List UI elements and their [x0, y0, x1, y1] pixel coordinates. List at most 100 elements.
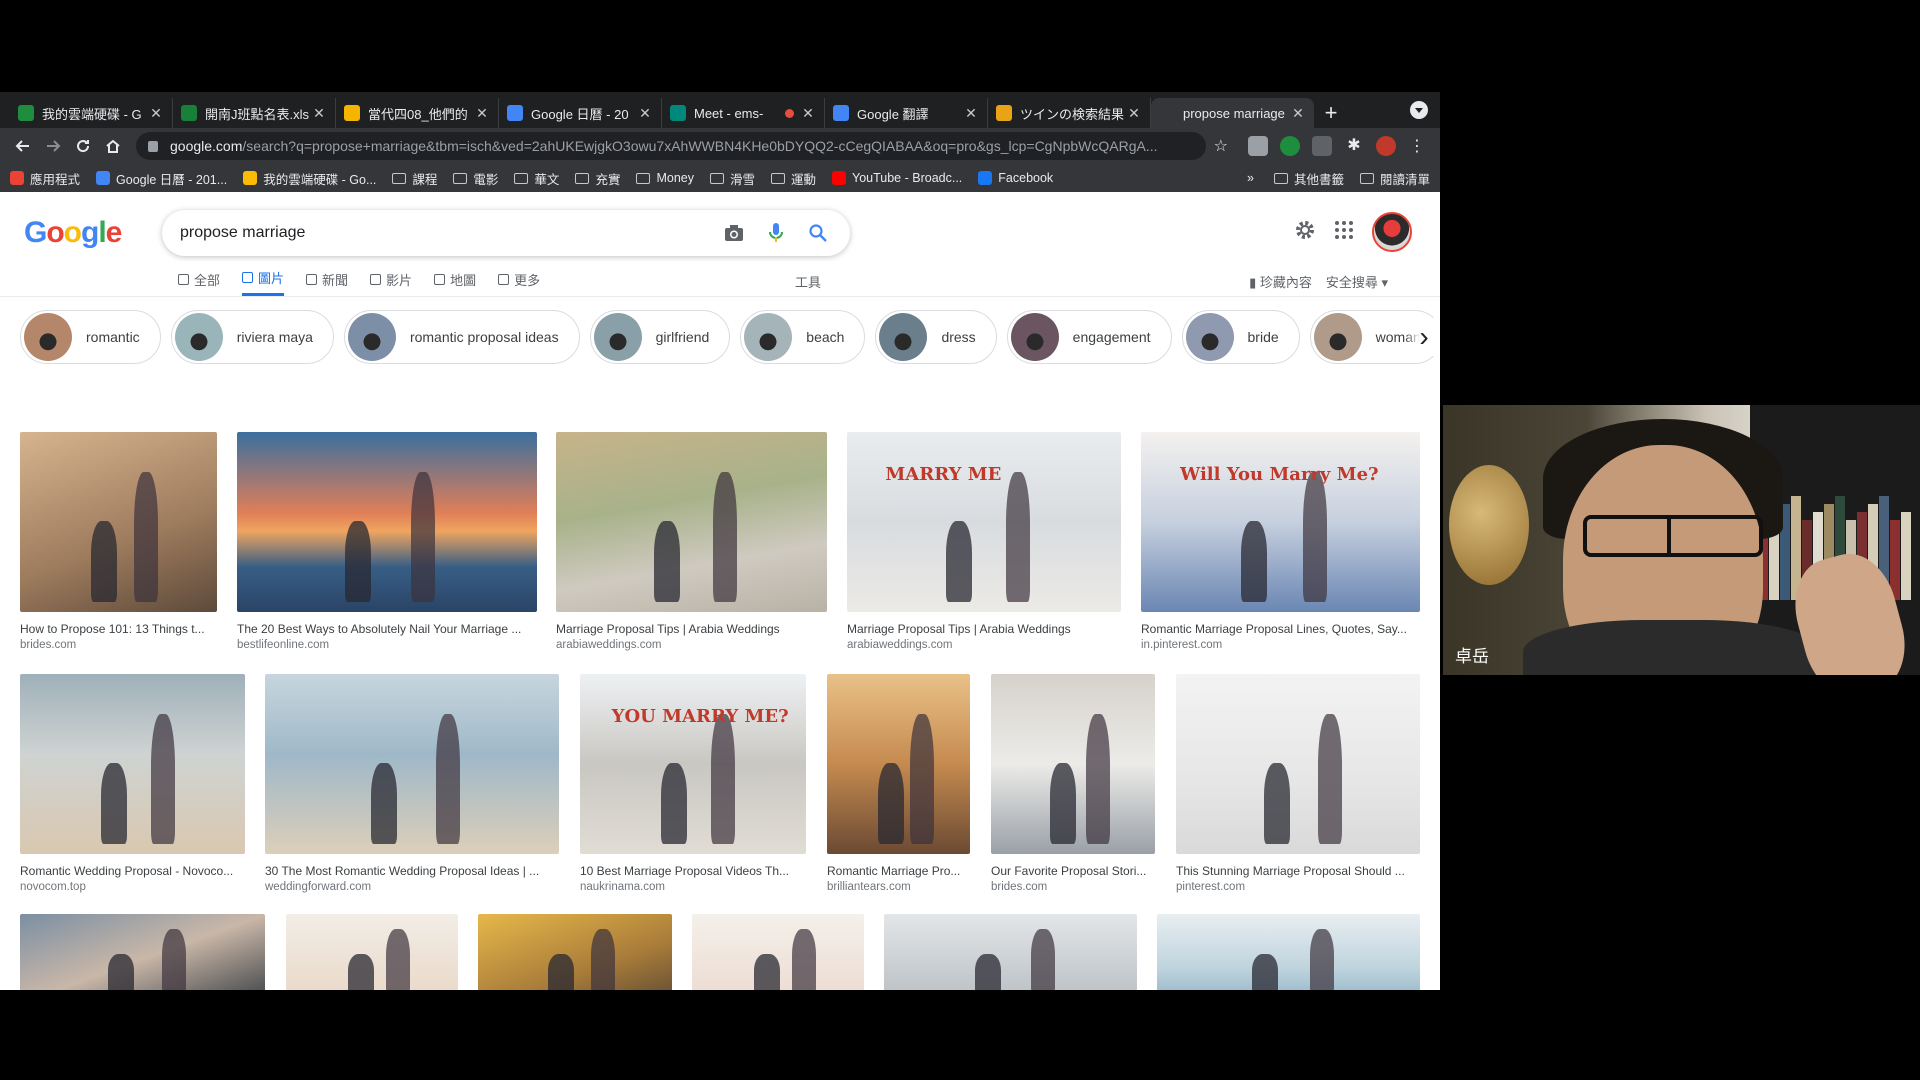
result-source[interactable]: in.pinterest.com [1141, 639, 1420, 651]
result-thumbnail[interactable] [265, 674, 559, 854]
related-search-chip[interactable]: romantic [20, 310, 161, 364]
result-thumbnail[interactable] [692, 914, 864, 990]
image-result[interactable]: The 20 Best Ways to Absolutely Nail Your… [237, 432, 537, 651]
related-search-chip[interactable]: riviera maya [170, 310, 334, 364]
result-caption[interactable]: This Stunning Marriage Proposal Should .… [1176, 864, 1420, 878]
result-thumbnail[interactable]: MARRY ME [847, 432, 1121, 612]
result-caption[interactable]: How to Propose 101: 13 Things t... [20, 622, 217, 636]
image-result[interactable] [286, 914, 458, 990]
result-thumbnail[interactable] [1176, 674, 1420, 854]
other-bookmarks-folder[interactable]: 其他書籤 [1273, 169, 1344, 188]
result-thumbnail[interactable] [20, 674, 245, 854]
browser-tab[interactable]: ツインの検索結果 ✕ [988, 98, 1151, 128]
result-source[interactable]: brides.com [991, 881, 1155, 893]
related-search-chip[interactable]: beach [740, 310, 866, 364]
result-source[interactable]: arabiaweddings.com [556, 639, 827, 651]
search-tab[interactable]: 全部 [178, 262, 220, 296]
extension-icon-2[interactable] [1280, 136, 1300, 156]
home-button[interactable] [98, 131, 128, 161]
search-tab[interactable]: 更多 [498, 262, 540, 296]
tab-close-icon[interactable]: ✕ [800, 105, 816, 122]
result-caption[interactable]: The 20 Best Ways to Absolutely Nail Your… [237, 622, 537, 636]
result-source[interactable]: novocom.top [20, 881, 245, 893]
result-caption[interactable]: Marriage Proposal Tips | Arabia Weddings [556, 622, 827, 636]
tools-button[interactable]: 工具 [795, 272, 821, 291]
tab-close-icon[interactable]: ✕ [1126, 105, 1142, 122]
result-thumbnail[interactable] [478, 914, 672, 990]
extension-icon-3[interactable] [1312, 136, 1332, 156]
image-result[interactable] [20, 914, 265, 990]
result-caption[interactable]: Romantic Marriage Pro... [827, 864, 970, 878]
image-result[interactable] [692, 914, 864, 990]
browser-tab[interactable]: Google 翻譯 ✕ [825, 98, 988, 128]
apps-grid-icon[interactable] [1334, 220, 1354, 245]
image-result[interactable]: How to Propose 101: 13 Things t... brides… [20, 432, 217, 651]
result-thumbnail[interactable] [884, 914, 1137, 990]
result-source[interactable]: brides.com [20, 639, 217, 651]
result-caption[interactable]: Romantic Wedding Proposal - Novoco... [20, 864, 245, 878]
result-thumbnail[interactable] [20, 432, 217, 612]
image-result[interactable]: YOU MARRY ME? 10 Best Marriage Proposal V… [580, 674, 806, 893]
result-caption[interactable]: Marriage Proposal Tips | Arabia Weddings [847, 622, 1121, 636]
bookmark-item[interactable]: YouTube - Broadc... [832, 171, 962, 185]
result-caption[interactable]: Our Favorite Proposal Stori... [991, 864, 1155, 878]
back-button[interactable] [8, 131, 38, 161]
chevron-right-icon[interactable]: › [1405, 318, 1440, 356]
tab-search-icon[interactable] [1410, 101, 1428, 119]
bookmark-item[interactable]: Facebook [978, 171, 1053, 185]
bookmark-item[interactable]: 運動 [771, 169, 816, 188]
bookmark-item[interactable]: Google 日曆 - 201... [96, 169, 227, 188]
tab-close-icon[interactable]: ✕ [474, 105, 490, 122]
result-source[interactable]: brilliantears.com [827, 881, 970, 893]
bookmark-item[interactable]: 應用程式 [10, 169, 80, 188]
image-result[interactable]: Will You Marry Me? Romantic Marriage Prop… [1141, 432, 1420, 651]
image-result[interactable]: Our Favorite Proposal Stori... brides.com [991, 674, 1155, 893]
browser-tab[interactable]: 我的雲端硬碟 - G ✕ [10, 98, 173, 128]
related-search-chip[interactable]: girlfriend [589, 310, 731, 364]
result-thumbnail[interactable] [556, 432, 827, 612]
bookmark-item[interactable]: 課程 [392, 169, 437, 188]
search-box[interactable]: propose marriage [162, 210, 850, 256]
address-bar[interactable]: google.com /search?q=propose+marriage&tb… [136, 132, 1206, 160]
result-thumbnail[interactable]: YOU MARRY ME? [580, 674, 806, 854]
extension-icon-1[interactable] [1248, 136, 1268, 156]
google-logo[interactable]: Google [24, 216, 122, 250]
tab-close-icon[interactable]: ✕ [637, 105, 653, 122]
result-caption[interactable]: 30 The Most Romantic Wedding Proposal Id… [265, 864, 559, 878]
result-thumbnail[interactable] [1157, 914, 1420, 990]
result-source[interactable]: arabiaweddings.com [847, 639, 1121, 651]
bookmark-item[interactable]: 電影 [453, 169, 498, 188]
settings-gear-icon[interactable] [1294, 219, 1316, 246]
reload-button[interactable] [68, 131, 98, 161]
bookmark-item[interactable]: Money [636, 171, 694, 185]
related-search-chip[interactable]: romantic proposal ideas [343, 310, 580, 364]
bookmarks-overflow-button[interactable]: » [1247, 171, 1254, 185]
browser-tab[interactable]: 開南J班點名表.xls ✕ [173, 98, 336, 128]
search-tab[interactable]: 地圖 [434, 262, 476, 296]
image-result[interactable] [884, 914, 1137, 990]
reading-list-button[interactable]: 閱讀清單 [1359, 169, 1430, 188]
image-result[interactable]: Romantic Wedding Proposal - Novoco... nov… [20, 674, 245, 893]
bookmark-item[interactable]: 滑雪 [709, 169, 755, 188]
bookmark-item[interactable]: 華文 [514, 169, 559, 188]
result-source[interactable]: naukrinama.com [580, 881, 806, 893]
related-search-chip[interactable]: dress [875, 310, 997, 364]
search-tab[interactable]: 新聞 [306, 262, 348, 296]
related-search-chip[interactable]: engagement [1006, 310, 1172, 364]
account-avatar[interactable] [1372, 212, 1412, 252]
result-thumbnail[interactable]: Will You Marry Me? [1141, 432, 1420, 612]
browser-tab[interactable]: Meet - ems- ✕ [662, 98, 825, 128]
image-result[interactable]: This Stunning Marriage Proposal Should .… [1176, 674, 1420, 893]
extensions-puzzle-icon[interactable]: ✱ [1344, 136, 1364, 156]
result-source[interactable]: pinterest.com [1176, 881, 1420, 893]
search-tab[interactable]: 影片 [370, 262, 412, 296]
search-tab[interactable]: 圖片 [242, 262, 285, 296]
browser-tab[interactable]: 當代四08_他們的 ✕ [336, 98, 499, 128]
safesearch-button[interactable]: 安全搜尋 ▾ [1326, 272, 1388, 291]
result-thumbnail[interactable] [286, 914, 458, 990]
tab-close-icon[interactable]: ✕ [311, 105, 327, 122]
result-source[interactable]: bestlifeonline.com [237, 639, 537, 651]
new-tab-button[interactable]: + [1314, 98, 1348, 128]
browser-tab[interactable]: Google 日曆 - 20 ✕ [499, 98, 662, 128]
menu-kebab-icon[interactable]: ⋮ [1402, 131, 1432, 161]
